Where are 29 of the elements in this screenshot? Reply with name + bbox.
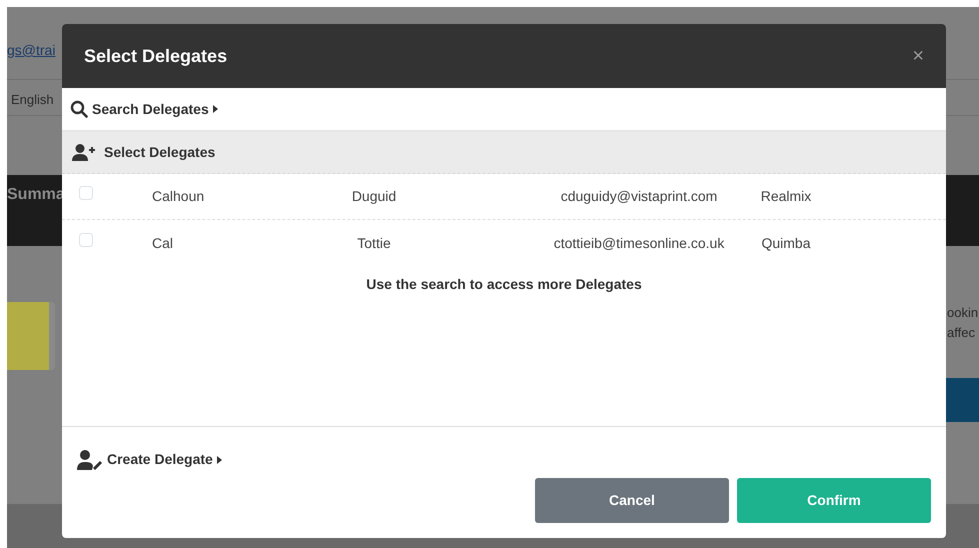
company-name: Quimba bbox=[760, 234, 812, 253]
create-delegate-toggle[interactable]: Create Delegate bbox=[107, 449, 213, 470]
delegate-checkbox[interactable] bbox=[79, 186, 93, 200]
first-name: Cal bbox=[151, 234, 174, 252]
delegate-checkbox[interactable] bbox=[79, 232, 93, 246]
language-selector[interactable]: English bbox=[11, 90, 54, 110]
search-delegates-toggle[interactable]: Search Delegates bbox=[92, 98, 209, 120]
hint-text: Use the search to access more Delegates bbox=[365, 275, 643, 294]
modal-title: Select Delegates bbox=[84, 44, 228, 68]
confirm-button[interactable]: Confirm bbox=[737, 478, 931, 523]
email-address: ctottieib@timesonline.co.uk bbox=[552, 234, 726, 252]
email-address: cduguidy@vistaprint.com bbox=[560, 187, 718, 206]
banner-title: Summa bbox=[7, 185, 65, 205]
caret-icon bbox=[212, 105, 218, 113]
edit-user-icon bbox=[77, 450, 103, 470]
action-button[interactable] bbox=[946, 378, 979, 422]
search-icon bbox=[70, 100, 88, 118]
last-name: Tottie bbox=[356, 234, 392, 252]
cancel-button[interactable]: Cancel bbox=[535, 478, 729, 523]
notice-text: affec bbox=[947, 324, 975, 342]
close-button[interactable]: × bbox=[912, 46, 924, 66]
caret-icon bbox=[216, 456, 222, 464]
company-name: Realmix bbox=[760, 187, 812, 206]
add-user-icon bbox=[72, 144, 96, 161]
section-title: Select Delegates bbox=[104, 143, 216, 162]
notice-text: ookin bbox=[947, 304, 978, 322]
last-name: Duguid bbox=[350, 187, 398, 206]
email-link[interactable]: gs@trai bbox=[7, 40, 56, 61]
first-name: Calhoun bbox=[151, 187, 206, 206]
